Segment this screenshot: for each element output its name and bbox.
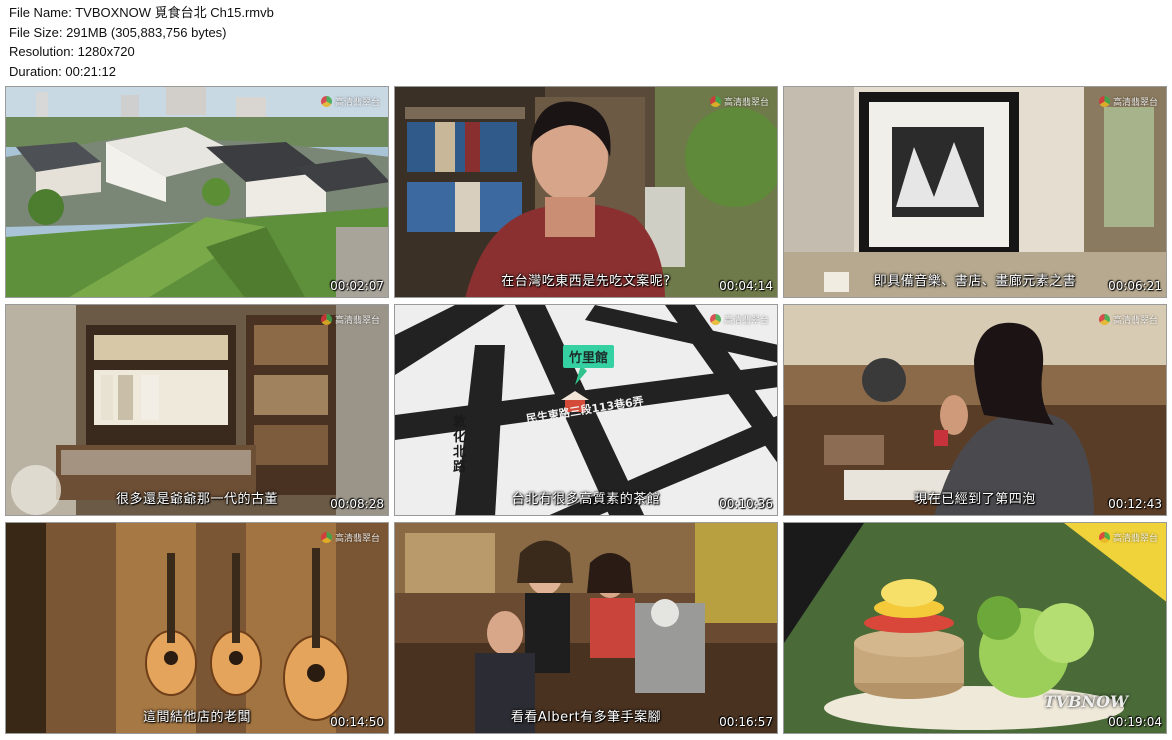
timestamp: 00:10:36 [719,497,773,511]
timestamp: 00:04:14 [719,279,773,293]
channel-logo: 高清翡翠台 [709,313,769,326]
guitar-shop-scene [6,523,388,733]
channel-logo-icon [320,96,332,107]
channel-logo-icon [320,532,332,543]
file-name: File Name: TVBOXNOW 覓食台北 Ch15.rmvb [9,5,274,20]
map-place-label: 竹里館 [563,345,615,368]
thumbnail-sheet: File Name: TVBOXNOW 覓食台北 Ch15.rmvb File … [0,0,1172,740]
channel-logo: 高清翡翠台 [1098,95,1158,108]
file-size: File Size: 291MB (305,883,756 bytes) [9,24,227,40]
channel-logo: 高清翡翠台 [320,95,380,108]
channel-logo-icon [709,314,721,325]
channel-logo-text: 高清翡翠台 [1112,98,1158,108]
channel-logo: 高清翡翠台 [709,95,769,108]
thumbnail-4[interactable]: 高清翡翠台 很多還是爺爺那一代的古董 00:08:28 [5,304,389,516]
watermark: TVBNOW [1043,692,1128,711]
thumbnail-6[interactable]: 高清翡翠台 現在已經到了第四泡 00:12:43 [783,304,1167,516]
framed-print-scene [784,87,1166,297]
thumbnail-grid: 高清翡翠台 00:02:07 高清翡翠台 在台灣吃東西是先吃文案呢? 00:04… [5,86,1167,736]
channel-logo-text: 高清翡翠台 [723,316,769,326]
antique-shop-scene [6,305,388,515]
channel-logo-text: 高清翡翠台 [1112,316,1158,326]
channel-logo-icon [1098,314,1110,325]
channel-logo-icon [1098,532,1110,543]
thumbnail-1[interactable]: 高清翡翠台 00:02:07 [5,86,389,298]
channel-logo: 高清翡翠台 [320,531,380,544]
channel-logo-icon [709,96,721,107]
thumbnail-5[interactable]: 竹里館 敦化北路 民生東路三段113巷6弄 高清翡翠台 台北有很多高質素的茶館 … [394,304,778,516]
timestamp: 00:08:28 [330,497,384,511]
timestamp: 00:14:50 [330,715,384,729]
channel-logo-text: 高清翡翠台 [723,98,769,108]
channel-logo-icon [1098,96,1110,107]
channel-logo-text: 高清翡翠台 [1112,534,1158,544]
channel-logo-text: 高清翡翠台 [334,534,380,544]
timestamp: 00:06:21 [1108,279,1162,293]
thumbnail-7[interactable]: 高清翡翠台 這間結他店的老闆 00:14:50 [5,522,389,734]
channel-logo: 高清翡翠台 [1098,531,1158,544]
channel-logo-text: 高清翡翠台 [334,98,380,108]
timestamp: 00:12:43 [1108,497,1162,511]
duration: Duration: 00:21:12 [9,63,116,79]
channel-logo: 高清翡翠台 [1098,313,1158,326]
thumbnail-9[interactable]: 高清翡翠台 TVBNOW 00:19:04 [783,522,1167,734]
resolution: Resolution: 1280x720 [9,44,135,59]
map-road-vertical: 敦化北路 [453,415,467,475]
aerial-village-scene [6,87,388,297]
file-info: File Name: TVBOXNOW 覓食台北 Ch15.rmvb File … [9,3,609,81]
channel-logo-icon [320,314,332,325]
workshop-scene [395,523,777,733]
thumbnail-2[interactable]: 高清翡翠台 在台灣吃東西是先吃文案呢? 00:04:14 [394,86,778,298]
channel-logo: 高清翡翠台 [320,313,380,326]
timestamp: 00:02:07 [330,279,384,293]
interview-bookshelf-scene [395,87,777,297]
thumbnail-8[interactable]: 看看Albert有多筆手案腳 00:16:57 [394,522,778,734]
channel-logo-text: 高清翡翠台 [334,316,380,326]
timestamp: 00:16:57 [719,715,773,729]
interview-teahouse-scene [784,305,1166,515]
thumbnail-3[interactable]: 高清翡翠台 即具備音樂、書店、畫廊元素之書 00:06:21 [783,86,1167,298]
timestamp: 00:19:04 [1108,715,1162,729]
